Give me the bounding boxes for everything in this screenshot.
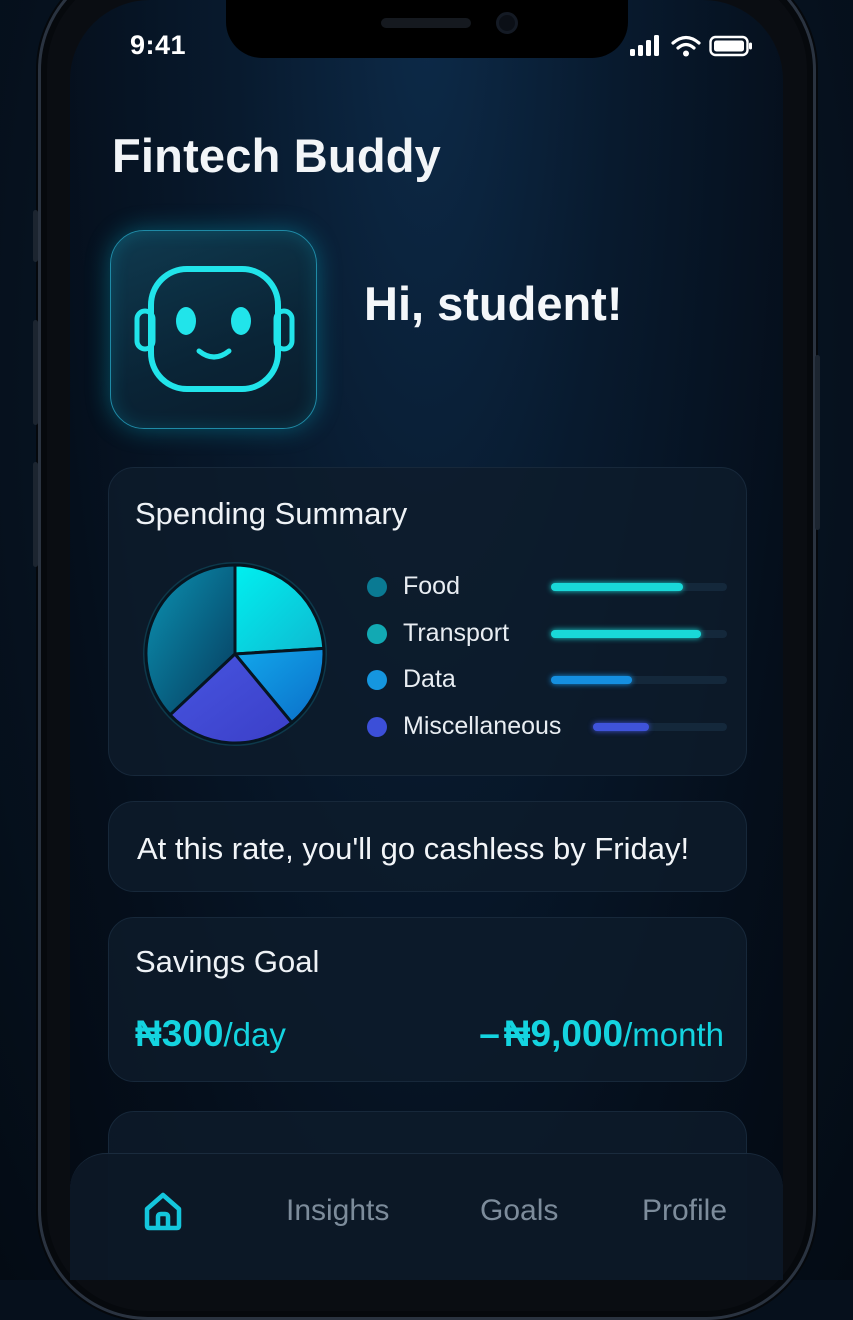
legend-row-miscellaneous: Miscellaneous <box>367 712 727 742</box>
nav-profile[interactable]: Profile <box>642 1194 727 1228</box>
daily-savings: ₦300/day <box>135 1013 286 1055</box>
legend-row-data: Data <box>367 665 727 695</box>
side-button <box>33 320 38 425</box>
wifi-icon <box>671 35 701 57</box>
daily-savings-amount: ₦300 <box>135 1013 224 1054</box>
legend-dot-food <box>367 577 387 597</box>
speaker <box>381 18 471 28</box>
legend-label-data: Data <box>403 665 456 693</box>
status-icons <box>629 34 753 58</box>
spending-bar-fill-food <box>551 583 683 591</box>
status-time: 9:41 <box>130 30 187 60</box>
spending-bar-miscellaneous <box>593 723 727 731</box>
monthly-savings-prefix: – <box>479 1013 500 1054</box>
spending-tip-text: At this rate, you'll go cashless by Frid… <box>137 831 690 866</box>
spending-summary-title: Spending Summary <box>135 496 408 531</box>
spending-summary-card[interactable]: Spending Summary Food Transport Data Mis… <box>108 467 747 776</box>
home-icon <box>144 1192 182 1231</box>
side-button <box>33 210 38 262</box>
greeting-text: Hi, student! <box>364 277 623 330</box>
spending-bar-fill-data <box>551 676 632 684</box>
side-button <box>33 462 38 567</box>
legend-label-miscellaneous: Miscellaneous <box>403 712 562 740</box>
side-button <box>815 355 820 530</box>
app-title: Fintech Buddy <box>112 129 441 182</box>
spending-bar-food <box>551 583 727 591</box>
pie-slice-transport <box>233 563 326 656</box>
spending-bar-fill-miscellaneous <box>593 723 650 731</box>
cellular-signal-icon <box>630 35 659 56</box>
legend-row-transport: Transport <box>367 619 727 649</box>
nav-goals[interactable]: Goals <box>480 1194 558 1228</box>
spending-tip-card: At this rate, you'll go cashless by Frid… <box>108 801 747 892</box>
front-camera <box>496 12 518 34</box>
monthly-savings: – ₦9,000/month <box>479 1013 724 1055</box>
avatar-card[interactable] <box>110 230 317 429</box>
spending-bar-data <box>551 676 727 684</box>
nav-home[interactable] <box>142 1190 184 1232</box>
legend-label-transport: Transport <box>403 619 510 647</box>
spending-bar-fill-transport <box>551 630 701 638</box>
nav-insights[interactable]: Insights <box>286 1194 389 1228</box>
notch <box>226 0 628 58</box>
legend-dot-data <box>367 670 387 690</box>
savings-goal-title: Savings Goal <box>135 944 320 979</box>
spending-pie-chart <box>143 562 327 746</box>
legend-dot-miscellaneous <box>367 717 387 737</box>
monthly-savings-amount: ₦9,000 <box>503 1013 624 1054</box>
battery-icon <box>709 35 752 57</box>
robot-face-icon <box>134 266 295 392</box>
daily-savings-unit: /day <box>223 1016 286 1053</box>
spending-bar-transport <box>551 630 727 638</box>
legend-label-food: Food <box>403 572 460 600</box>
monthly-savings-unit: /month <box>623 1016 724 1053</box>
legend-row-food: Food <box>367 572 727 602</box>
savings-goal-card[interactable]: Savings Goal ₦300/day – ₦9,000/month <box>108 917 747 1082</box>
legend-dot-transport <box>367 624 387 644</box>
app-screen: 9:41 Fintech Buddy Hi, student! Spending… <box>70 0 783 1280</box>
